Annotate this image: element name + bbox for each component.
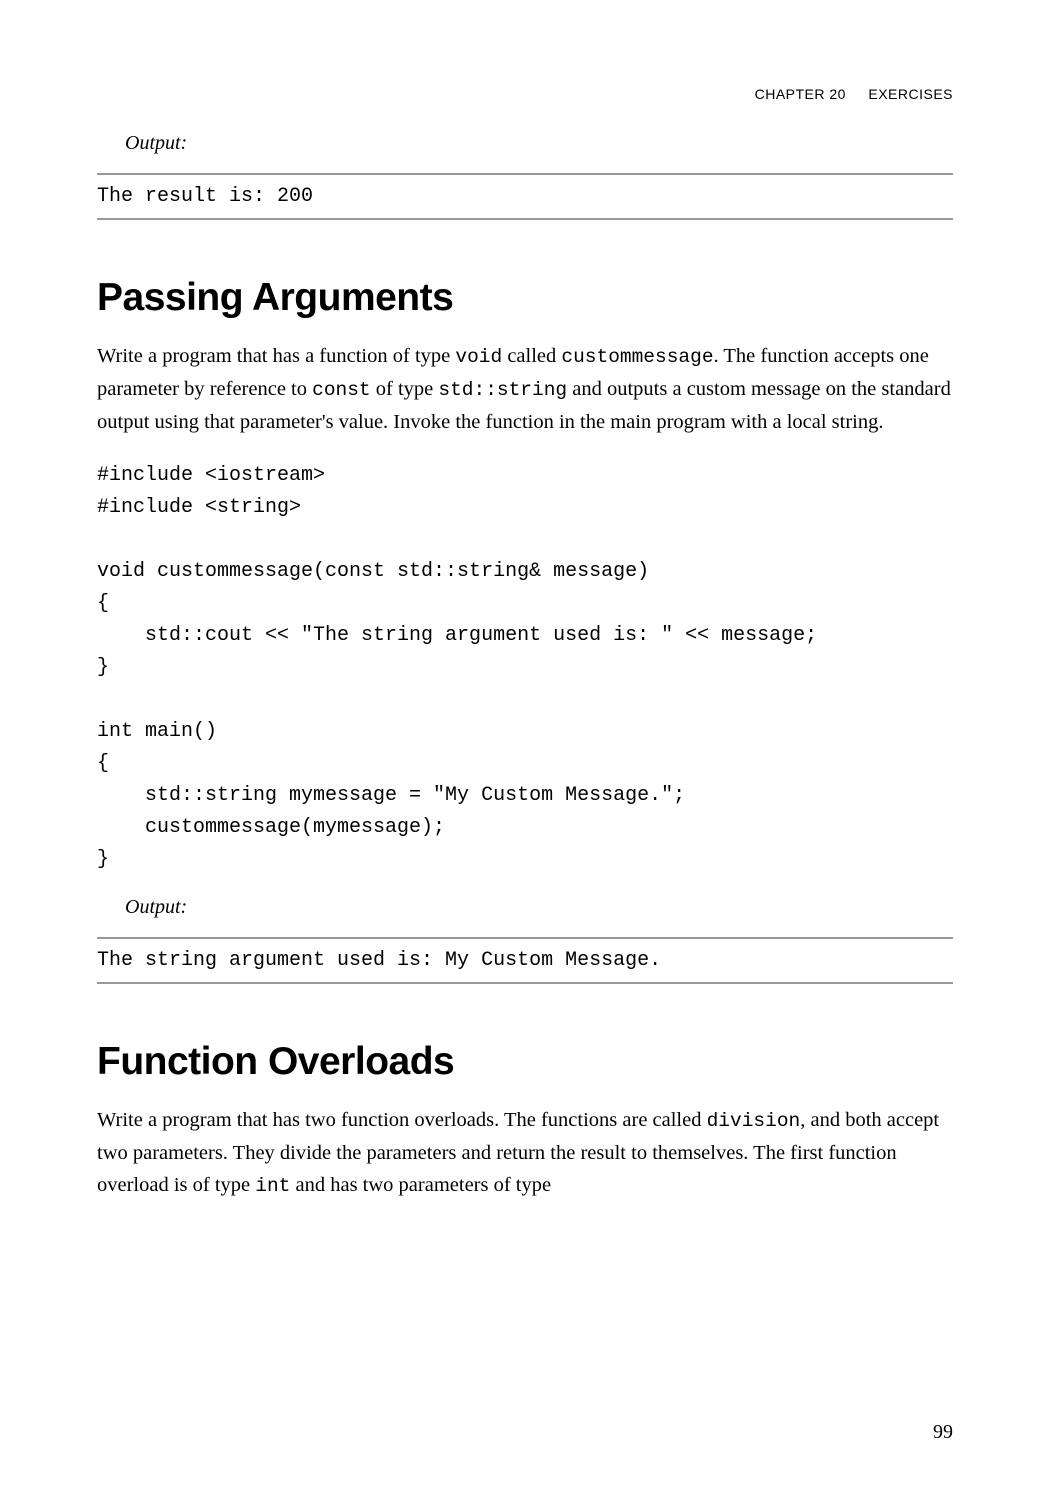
output-box-2: The string argument used is: My Custom M… xyxy=(97,937,953,984)
inline-code-const: const xyxy=(312,379,371,401)
paragraph-passing-args: Write a program that has a function of t… xyxy=(97,340,953,438)
heading-passing-arguments: Passing Arguments xyxy=(97,276,953,320)
output-label-1: Output: xyxy=(125,132,953,155)
paragraph-function-overloads: Write a program that has two function ov… xyxy=(97,1104,953,1202)
output-box-1: The result is: 200 xyxy=(97,173,953,220)
inline-code-stdstring: std::string xyxy=(438,379,567,401)
code-block-passing-args: #include <iostream> #include <string> vo… xyxy=(97,460,953,876)
inline-code-int: int xyxy=(255,1175,290,1197)
output-label-2: Output: xyxy=(125,896,953,919)
heading-function-overloads: Function Overloads xyxy=(97,1040,953,1084)
chapter-label: CHAPTER 20 xyxy=(755,86,846,102)
chapter-title: EXERCISES xyxy=(868,86,953,102)
page-number: 99 xyxy=(933,1421,953,1444)
page-header: CHAPTER 20 EXERCISES xyxy=(97,86,953,102)
inline-code-division: division xyxy=(707,1110,801,1132)
inline-code-custommessage: custommessage xyxy=(561,346,713,368)
inline-code-void: void xyxy=(455,346,502,368)
